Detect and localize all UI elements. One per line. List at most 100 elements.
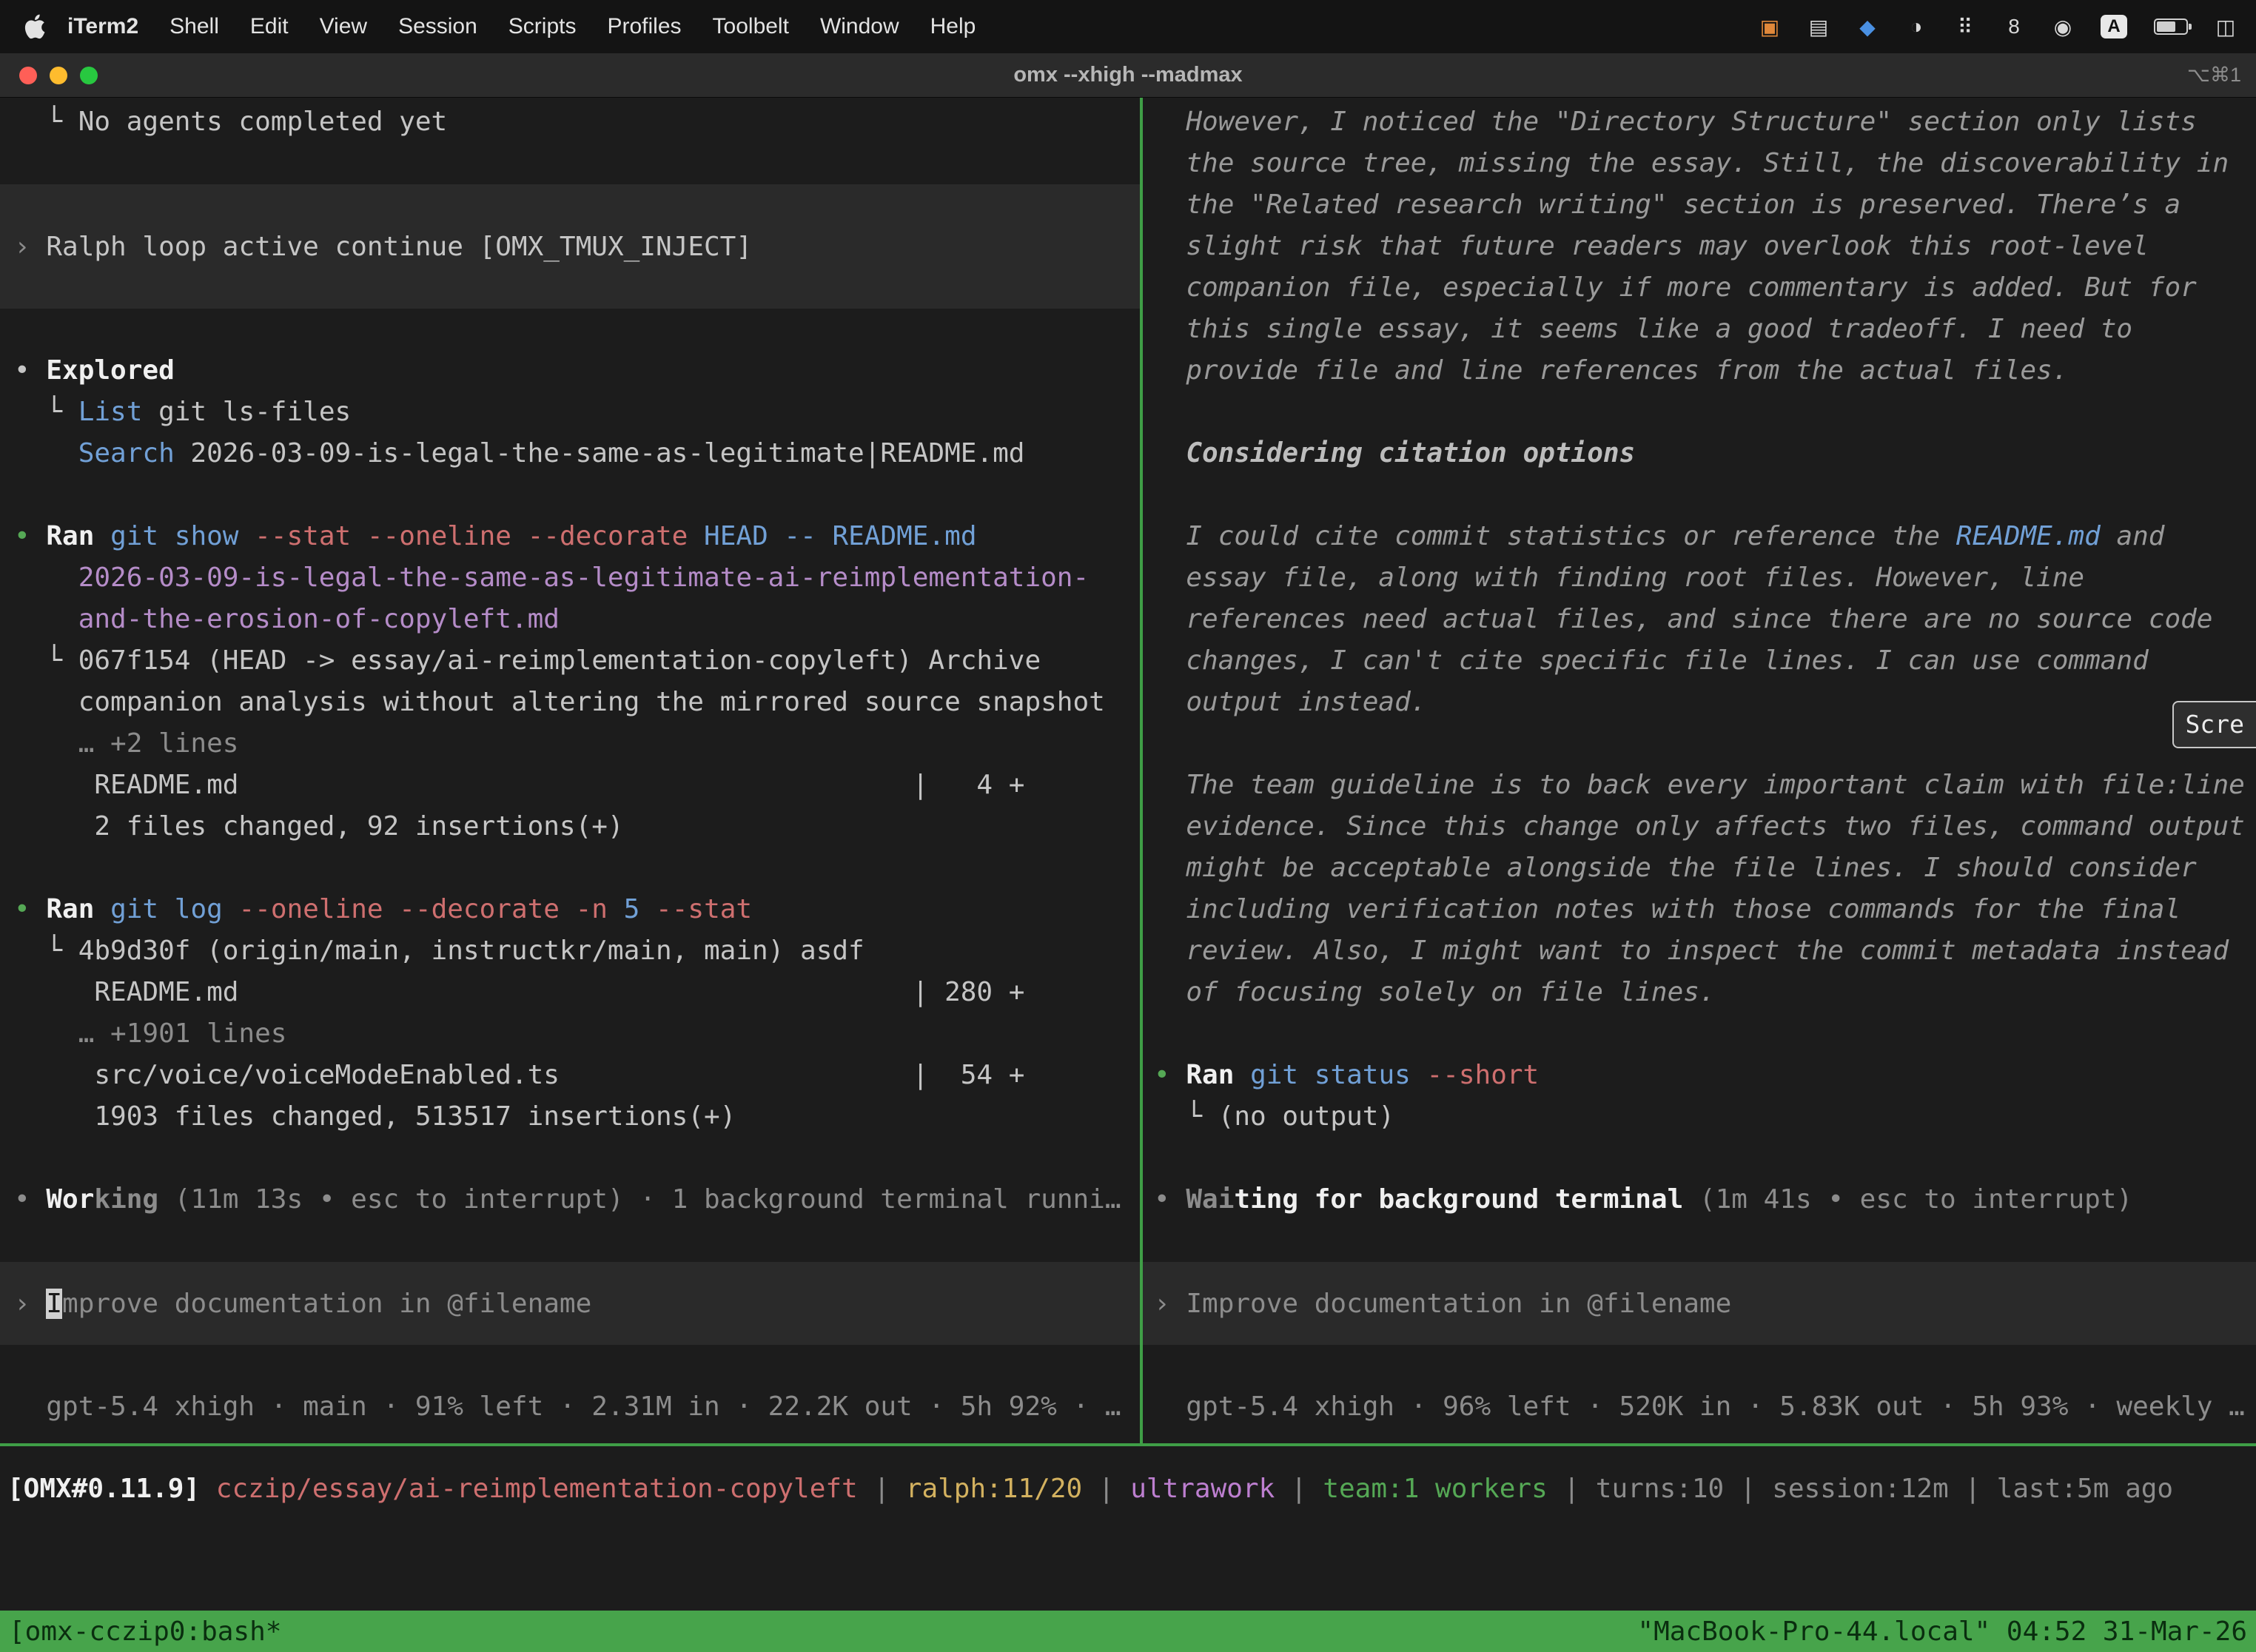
text-segment: the "Related research writing" section i…	[1154, 189, 2181, 220]
text-segment: |	[1949, 1474, 1997, 1504]
control-center-icon[interactable]: ◫	[2215, 13, 2237, 40]
text-segment: Considering citation options	[1154, 438, 1635, 469]
text-segment: git log	[110, 894, 223, 924]
text-segment: output instead.	[1154, 687, 1426, 717]
text-segment: companion analysis without altering the …	[14, 687, 1105, 717]
text-segment: Ran	[46, 521, 94, 551]
text-segment: ›	[14, 1289, 46, 1319]
text-segment: |	[858, 1474, 906, 1504]
text-segment: 5	[624, 894, 640, 924]
tmux-left-pane[interactable]: └ No agents completed yet › Ralph loop ac…	[0, 98, 1140, 1443]
text-segment: last:5m ago	[1997, 1474, 2173, 1504]
text-segment: … +2 lines	[14, 728, 238, 759]
text-segment: cczip/essay/ai-reimplementation-copyleft	[216, 1474, 858, 1504]
text-segment: •	[14, 521, 46, 551]
tmux-session-info: [omx-cczip0:bash*	[9, 1616, 281, 1647]
terminal-line	[0, 1138, 1140, 1179]
text-segment: └ 4b9d30f (origin/main, instructkr/main,…	[14, 936, 865, 966]
text-segment: └ 067f154 (HEAD -> essay/ai-reimplementa…	[14, 645, 1041, 676]
dark-app-icon[interactable]: ◑	[1905, 13, 1927, 40]
ralph-loop-banner: › Ralph loop active continue [OMX_TMUX_I…	[0, 184, 1140, 309]
text-segment	[608, 894, 624, 924]
text-segment: src/voice/voiceModeEnabled.ts | 54 +	[14, 1060, 1024, 1090]
tmux-right-pane[interactable]: However, I noticed the "Directory Struct…	[1143, 98, 2256, 1443]
prompt-input[interactable]: › Improve documentation in @filename	[1143, 1262, 2256, 1345]
blue-app-icon[interactable]: ◆	[1856, 13, 1879, 40]
menu-item-iterm2[interactable]: iTerm2	[52, 14, 154, 39]
terminal-line	[1143, 1220, 2256, 1262]
text-segment: --stat	[656, 894, 752, 924]
text-segment: Wor	[46, 1184, 94, 1215]
prompt-input[interactable]: › Improve documentation in @filename	[0, 1262, 1140, 1345]
zoom-button[interactable]	[80, 67, 98, 84]
text-segment: Search	[78, 438, 175, 469]
text-segment: references need actual files, and since …	[1154, 604, 2212, 634]
text-segment: king	[94, 1184, 158, 1215]
menu-item-shell[interactable]: Shell	[154, 14, 235, 39]
window-shortcut-hint: ⌥⌘1	[2187, 64, 2241, 87]
terminal-line: 2026-03-09-is-legal-the-same-as-legitima…	[0, 557, 1140, 599]
battery-icon[interactable]	[2154, 19, 2188, 35]
close-button[interactable]	[19, 67, 37, 84]
terminal-line	[1143, 1345, 2256, 1386]
terminal-line: companion analysis without altering the …	[0, 682, 1140, 723]
stats-icon[interactable]: ▤	[1807, 13, 1830, 40]
terminal-line	[1143, 723, 2256, 765]
text-segment: Explored	[46, 355, 174, 386]
terminal-line: • Explored	[0, 350, 1140, 392]
terminal-line	[0, 847, 1140, 889]
menu-item-window[interactable]: Window	[805, 14, 915, 39]
text-segment: ting for background terminal	[1234, 1184, 1683, 1215]
terminal-line: changes, I can't cite specific file line…	[1143, 640, 2256, 682]
text-segment: session:12m	[1772, 1474, 1948, 1504]
apple-menu-icon[interactable]	[24, 14, 46, 39]
text-segment: └ No agents completed yet	[14, 107, 447, 137]
text-segment: evidence. Since this change only affects…	[1154, 811, 2245, 842]
text-segment: › Improve documentation in @filename	[1154, 1289, 1731, 1319]
text-segment: ultrawork	[1130, 1474, 1275, 1504]
terminal-line: └ 067f154 (HEAD -> essay/ai-reimplementa…	[0, 640, 1140, 682]
text-segment: •	[14, 355, 46, 386]
input-source-icon[interactable]: A	[2101, 15, 2127, 38]
menu-item-session[interactable]: Session	[383, 14, 493, 39]
text-segment: HEAD -- README.md	[704, 521, 976, 551]
text-segment: ralph:11/20	[906, 1474, 1082, 1504]
text-segment: team:1 workers	[1323, 1474, 1547, 1504]
menu-item-scripts[interactable]: Scripts	[493, 14, 592, 39]
text-segment: gpt-5.4 xhigh · main · 91% left · 2.31M …	[14, 1391, 1121, 1422]
terminal-line: └ List git ls-files	[0, 392, 1140, 433]
profile-icon[interactable]: ◉	[2052, 13, 2074, 40]
terminal-line: slight risk that future readers may over…	[1143, 226, 2256, 267]
terminal-line: I could cite commit statistics or refere…	[1143, 516, 2256, 557]
menu-item-view[interactable]: View	[304, 14, 383, 39]
text-segment: Wai	[1186, 1184, 1234, 1215]
terminal-line	[1143, 392, 2256, 433]
screen-tooltip: Scre	[2172, 701, 2256, 748]
menu-item-profiles[interactable]: Profiles	[591, 14, 696, 39]
text-segment: turns:10	[1596, 1474, 1724, 1504]
text-segment: README.md | 280 +	[14, 977, 1024, 1007]
terminal-line	[0, 474, 1140, 516]
minimize-button[interactable]	[50, 67, 67, 84]
menu-item-edit[interactable]: Edit	[235, 14, 304, 39]
tmux-status-bar: [omx-cczip0:bash* "MacBook-Pro-44.local"…	[0, 1611, 2256, 1652]
window-titlebar[interactable]: omx --xhigh --madmax ⌥⌘1	[0, 53, 2256, 98]
menu-item-toolbelt[interactable]: Toolbelt	[697, 14, 805, 39]
screen-record-icon[interactable]: ▣	[1759, 13, 1781, 40]
text-segment: └	[14, 397, 78, 427]
menu-item-help[interactable]: Help	[915, 14, 992, 39]
terminal-line: └ No agents completed yet	[0, 101, 1140, 143]
terminal-window: └ No agents completed yet › Ralph loop ac…	[0, 98, 2256, 1652]
text-segment: git show	[110, 521, 238, 551]
keycap-8-icon[interactable]: 8	[2003, 13, 2025, 40]
terminal-line	[1143, 474, 2256, 516]
text-segment: •	[14, 1184, 46, 1215]
omx-status-bar: [OMX#0.11.9] cczip/essay/ai-reimplementa…	[0, 1468, 2256, 1510]
text-segment	[639, 894, 656, 924]
terminal-line: and-the-erosion-of-copyleft.md	[0, 599, 1140, 640]
apps-grid-icon[interactable]: ⠿	[1954, 13, 1976, 40]
text-segment: and-the-erosion-of-copyleft.md	[14, 604, 560, 634]
terminal-line	[0, 143, 1140, 184]
text-segment: git ls-files	[142, 397, 351, 427]
text-segment	[1234, 1060, 1250, 1090]
